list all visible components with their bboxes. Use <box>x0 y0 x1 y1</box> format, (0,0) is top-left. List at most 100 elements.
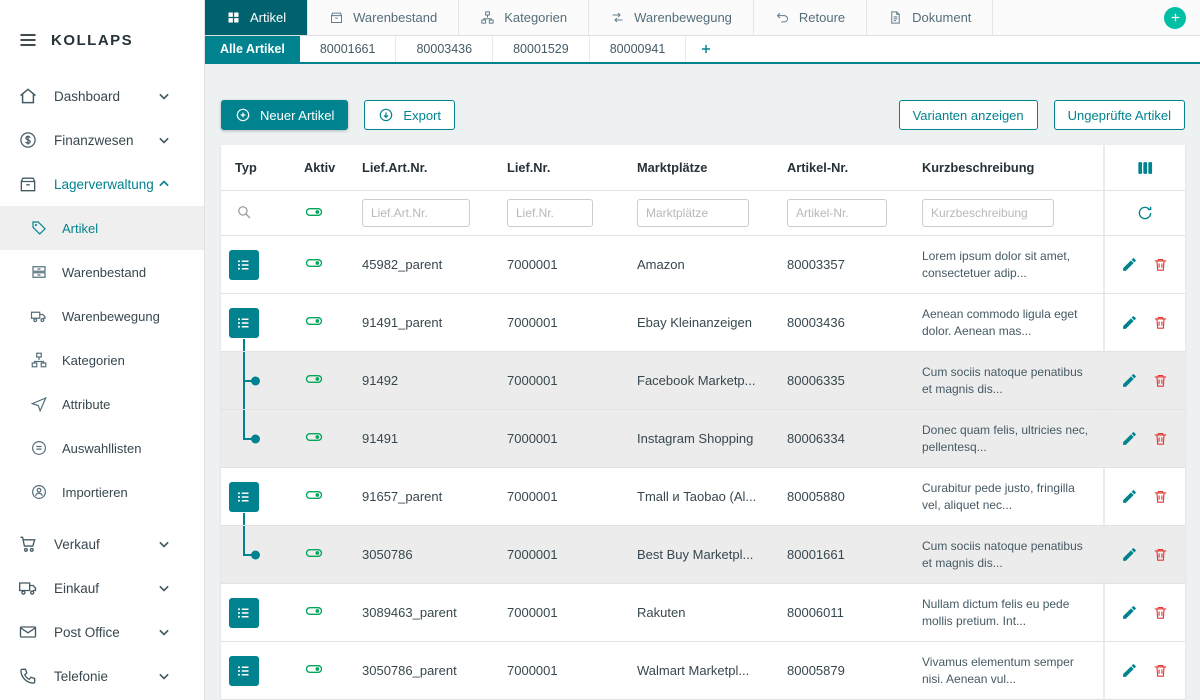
edit-icon <box>1121 314 1138 331</box>
delete-icon <box>1152 314 1169 331</box>
sidebar-item-telefonie[interactable]: Telefonie <box>0 654 204 698</box>
sidebar-item-lagerverwaltung[interactable]: Lagerverwaltung <box>0 162 204 206</box>
lief-nr-cell: 7000001 <box>507 605 637 620</box>
subtab-80001661[interactable]: 80001661 <box>300 36 397 62</box>
columns-icon[interactable] <box>1135 158 1155 178</box>
sidebar-item-verkauf[interactable]: Verkauf <box>0 522 204 566</box>
column-header-artikel-nr[interactable]: Artikel-Nr. <box>787 160 922 175</box>
edit-icon <box>1121 604 1138 621</box>
table-body: 45982_parent7000001Amazon80003357Lorem i… <box>221 236 1185 700</box>
toggle-icon[interactable] <box>304 659 324 679</box>
edit-button[interactable] <box>1121 256 1138 273</box>
sidebar-item-post-office[interactable]: Post Office <box>0 610 204 654</box>
row-type-button[interactable] <box>229 250 259 280</box>
edit-button[interactable] <box>1121 430 1138 447</box>
toggle-icon[interactable] <box>304 311 324 331</box>
delete-button[interactable] <box>1152 488 1169 505</box>
new-article-button[interactable]: Neuer Artikel <box>221 100 348 130</box>
delete-button[interactable] <box>1152 604 1169 621</box>
toggle-icon[interactable] <box>304 601 324 621</box>
sidebar-item-artikel[interactable]: Artikel <box>0 206 204 250</box>
marktplatz-cell: Best Buy Marketpl... <box>637 547 787 562</box>
search-icon[interactable] <box>235 203 253 221</box>
subtab-80001529[interactable]: 80001529 <box>493 36 590 62</box>
column-header-kurzbeschreibung[interactable]: Kurzbeschreibung <box>922 160 1103 175</box>
sidebar-item-finanzwesen[interactable]: Finanzwesen <box>0 118 204 162</box>
chevron-down-icon <box>154 578 174 598</box>
row-actions-cell <box>1103 468 1185 525</box>
row-type-button[interactable] <box>229 482 259 512</box>
edit-button[interactable] <box>1121 546 1138 563</box>
subtab-80000941[interactable]: 80000941 <box>590 36 687 62</box>
sidebar-item-dashboard[interactable]: Dashboard <box>0 74 204 118</box>
filter-typ-cell <box>221 203 297 224</box>
filter-input-lief-art-nr[interactable] <box>362 199 470 227</box>
tab-artikel[interactable]: Artikel <box>205 0 308 35</box>
edit-button[interactable] <box>1121 662 1138 679</box>
lief-nr-cell: 7000001 <box>507 663 637 678</box>
lief-nr-cell: 7000001 <box>507 547 637 562</box>
filter-input-artikel-nr[interactable] <box>787 199 887 227</box>
tree-dot <box>251 376 260 385</box>
delete-button[interactable] <box>1152 662 1169 679</box>
column-header-aktiv[interactable]: Aktiv <box>297 160 362 175</box>
chevron-up-icon <box>154 174 174 194</box>
row-type-button[interactable] <box>229 598 259 628</box>
delete-button[interactable] <box>1152 314 1169 331</box>
column-header-lief-art-nr[interactable]: Lief.Art.Nr. <box>362 160 507 175</box>
row-type-button[interactable] <box>229 308 259 338</box>
filter-input-kurzbeschreibung[interactable] <box>922 199 1054 227</box>
export-button[interactable]: Export <box>364 100 455 130</box>
menu-icon[interactable] <box>18 30 38 50</box>
marktplatz-cell: Tmall и Taobao (Al... <box>637 489 787 504</box>
edit-button[interactable] <box>1121 314 1138 331</box>
add-tab-button[interactable] <box>1164 7 1186 29</box>
sidebar-item-warenbewegung[interactable]: Warenbewegung <box>0 294 204 338</box>
toggle-icon[interactable] <box>304 253 324 273</box>
subtab-80003436[interactable]: 80003436 <box>396 36 493 62</box>
edit-icon <box>1121 488 1138 505</box>
tab-kategorien[interactable]: Kategorien <box>459 0 589 35</box>
tab-warenbestand[interactable]: Warenbestand <box>308 0 459 35</box>
column-header-typ[interactable]: Typ <box>221 160 297 175</box>
aktiv-cell <box>297 601 362 624</box>
edit-button[interactable] <box>1121 604 1138 621</box>
unchecked-articles-button[interactable]: Ungeprüfte Artikel <box>1054 100 1185 130</box>
column-header-marktpl-tze[interactable]: Marktplätze <box>637 160 787 175</box>
delete-button[interactable] <box>1152 546 1169 563</box>
delete-button[interactable] <box>1152 372 1169 389</box>
show-variants-button[interactable]: Varianten anzeigen <box>899 100 1038 130</box>
delete-button[interactable] <box>1152 430 1169 447</box>
refresh-icon[interactable] <box>1136 204 1154 222</box>
sidebar-item-einkauf[interactable]: Einkauf <box>0 566 204 610</box>
sidebar-item-importieren[interactable]: Importieren <box>0 470 204 514</box>
artikel-nr-cell: 80003436 <box>787 315 922 330</box>
tab-warenbewegung[interactable]: Warenbewegung <box>589 0 754 35</box>
tab-retoure[interactable]: Retoure <box>754 0 867 35</box>
toggle-icon[interactable] <box>304 369 324 389</box>
filter-input-marktplaetze[interactable] <box>637 199 749 227</box>
edit-button[interactable] <box>1121 372 1138 389</box>
tab-dokument[interactable]: Dokument <box>867 0 993 35</box>
column-header-lief-nr[interactable]: Lief.Nr. <box>507 160 637 175</box>
sidebar-item-warenbestand[interactable]: Warenbestand <box>0 250 204 294</box>
row-actions-cell <box>1103 526 1185 583</box>
delete-button[interactable] <box>1152 256 1169 273</box>
sitemap-icon <box>480 10 495 25</box>
sidebar-item-auswahllisten[interactable]: Auswahllisten <box>0 426 204 470</box>
export-label: Export <box>403 108 441 123</box>
toggle-icon[interactable] <box>304 427 324 447</box>
subtab-alle-artikel[interactable]: Alle Artikel <box>205 36 300 62</box>
toggle-icon[interactable] <box>304 543 324 563</box>
artikel-nr-cell: 80001661 <box>787 547 922 562</box>
filter-input-lief-nr[interactable] <box>507 199 593 227</box>
add-subtab-button[interactable] <box>686 36 726 62</box>
edit-button[interactable] <box>1121 488 1138 505</box>
toggle-icon[interactable] <box>304 485 324 505</box>
toggle-icon[interactable] <box>304 202 324 222</box>
table-row: 3089463_parent7000001Rakuten80006011Null… <box>221 584 1185 642</box>
row-type-button[interactable] <box>229 656 259 686</box>
sidebar-item-attribute[interactable]: Attribute <box>0 382 204 426</box>
sidebar-item-kategorien[interactable]: Kategorien <box>0 338 204 382</box>
finance-icon <box>18 130 38 150</box>
